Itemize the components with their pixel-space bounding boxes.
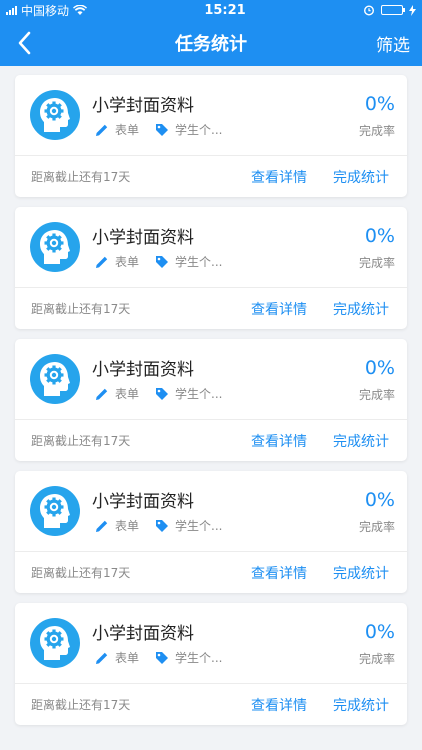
head-gear-icon [40, 362, 70, 396]
completion-stats-button[interactable]: 完成统计 [333, 563, 389, 583]
task-card[interactable]: 小学封面资料 表单 学生个... 0% 完成率 距离截止还有17天 查看详情 完… [15, 471, 407, 593]
completion-stats-button[interactable]: 完成统计 [333, 695, 389, 715]
completion-percent: 0% [364, 621, 395, 643]
task-meta: 表单 学生个... [95, 649, 222, 666]
nav-bar: 任务统计 筛选 [0, 20, 422, 66]
task-tag: 学生个... [175, 255, 223, 269]
signal-icon [6, 5, 17, 15]
task-card-header[interactable]: 小学封面资料 表单 学生个... 0% 完成率 [15, 603, 407, 684]
tag-icon [156, 255, 169, 268]
view-details-button[interactable]: 查看详情 [251, 167, 307, 187]
task-type: 表单 [115, 387, 140, 401]
task-title: 小学封面资料 [92, 492, 194, 512]
completion-rate-label: 完成率 [358, 652, 395, 666]
view-details-button[interactable]: 查看详情 [251, 431, 307, 451]
completion-percent: 0% [364, 489, 395, 511]
task-tag: 学生个... [175, 519, 223, 533]
task-card-header[interactable]: 小学封面资料 表单 学生个... 0% 完成率 [15, 471, 407, 552]
tag-icon [156, 387, 169, 400]
deadline-text: 距离截止还有17天 [31, 698, 131, 712]
completion-percent: 0% [364, 357, 395, 379]
head-gear-icon [40, 626, 70, 660]
task-avatar [30, 486, 80, 536]
completion-percent: 0% [364, 225, 395, 247]
completion-rate-label: 完成率 [358, 388, 395, 402]
task-tag: 学生个... [175, 651, 223, 665]
view-details-button[interactable]: 查看详情 [251, 695, 307, 715]
task-card-header[interactable]: 小学封面资料 表单 学生个... 0% 完成率 [15, 207, 407, 288]
status-left: 中国移动 [6, 2, 88, 19]
task-tag: 学生个... [175, 123, 223, 137]
back-button[interactable] [14, 30, 38, 56]
task-card-footer: 距离截止还有17天 查看详情 完成统计 [15, 288, 407, 329]
task-card-footer: 距离截止还有17天 查看详情 完成统计 [15, 156, 407, 197]
completion-percent: 0% [364, 93, 395, 115]
head-gear-icon [40, 494, 70, 528]
view-details-button[interactable]: 查看详情 [251, 299, 307, 319]
task-card-header[interactable]: 小学封面资料 表单 学生个... 0% 完成率 [15, 75, 407, 156]
carrier-label: 中国移动 [21, 3, 70, 18]
deadline-text: 距离截止还有17天 [31, 170, 131, 184]
pencil-icon [96, 520, 108, 532]
deadline-text: 距离截止还有17天 [31, 434, 131, 448]
filter-button[interactable]: 筛选 [376, 31, 410, 56]
task-card[interactable]: 小学封面资料 表单 学生个... 0% 完成率 距离截止还有17天 查看详情 完… [15, 339, 407, 461]
task-tag: 学生个... [175, 387, 223, 401]
task-meta: 表单 学生个... [95, 385, 222, 402]
completion-stats-button[interactable]: 完成统计 [333, 431, 389, 451]
chevron-left-icon [18, 31, 31, 55]
task-list: 小学封面资料 表单 学生个... 0% 完成率 距离截止还有17天 查看详情 完… [0, 66, 422, 725]
pencil-icon [96, 124, 108, 136]
completion-stats-button[interactable]: 完成统计 [333, 167, 389, 187]
task-card[interactable]: 小学封面资料 表单 学生个... 0% 完成率 距离截止还有17天 查看详情 完… [15, 603, 407, 725]
task-card-footer: 距离截止还有17天 查看详情 完成统计 [15, 684, 407, 725]
tag-icon [156, 519, 169, 532]
task-avatar [30, 618, 80, 668]
task-title: 小学封面资料 [92, 228, 194, 248]
task-meta: 表单 学生个... [95, 253, 222, 270]
task-card-header[interactable]: 小学封面资料 表单 学生个... 0% 完成率 [15, 339, 407, 420]
alarm-icon [363, 5, 375, 16]
task-title: 小学封面资料 [92, 360, 194, 380]
view-details-button[interactable]: 查看详情 [251, 563, 307, 583]
task-type: 表单 [115, 519, 140, 533]
completion-rate-label: 完成率 [358, 124, 395, 138]
task-meta: 表单 学生个... [95, 121, 222, 138]
completion-stats-button[interactable]: 完成统计 [333, 299, 389, 319]
head-gear-icon [40, 98, 70, 132]
battery-icon [381, 5, 405, 15]
tag-icon [156, 123, 169, 136]
task-type: 表单 [115, 123, 140, 137]
charging-icon [409, 4, 416, 16]
status-right [363, 4, 416, 16]
status-bar: 中国移动 15:21 [0, 0, 422, 20]
completion-rate-label: 完成率 [358, 256, 395, 270]
clock: 15:21 [204, 2, 246, 18]
task-avatar [30, 222, 80, 272]
task-card-footer: 距离截止还有17天 查看详情 完成统计 [15, 552, 407, 593]
pencil-icon [96, 652, 108, 664]
task-title: 小学封面资料 [92, 624, 194, 644]
wifi-icon [73, 4, 88, 15]
page-title: 任务统计 [175, 34, 247, 55]
task-type: 表单 [115, 255, 140, 269]
task-card-footer: 距离截止还有17天 查看详情 完成统计 [15, 420, 407, 461]
task-card[interactable]: 小学封面资料 表单 学生个... 0% 完成率 距离截止还有17天 查看详情 完… [15, 75, 407, 197]
completion-rate-label: 完成率 [358, 520, 395, 534]
task-avatar [30, 354, 80, 404]
task-card[interactable]: 小学封面资料 表单 学生个... 0% 完成率 距离截止还有17天 查看详情 完… [15, 207, 407, 329]
deadline-text: 距离截止还有17天 [31, 566, 131, 580]
task-title: 小学封面资料 [92, 96, 194, 116]
deadline-text: 距离截止还有17天 [31, 302, 131, 316]
pencil-icon [96, 388, 108, 400]
task-avatar [30, 90, 80, 140]
head-gear-icon [40, 230, 70, 264]
task-meta: 表单 学生个... [95, 517, 222, 534]
pencil-icon [96, 256, 108, 268]
tag-icon [156, 651, 169, 664]
task-type: 表单 [115, 651, 140, 665]
